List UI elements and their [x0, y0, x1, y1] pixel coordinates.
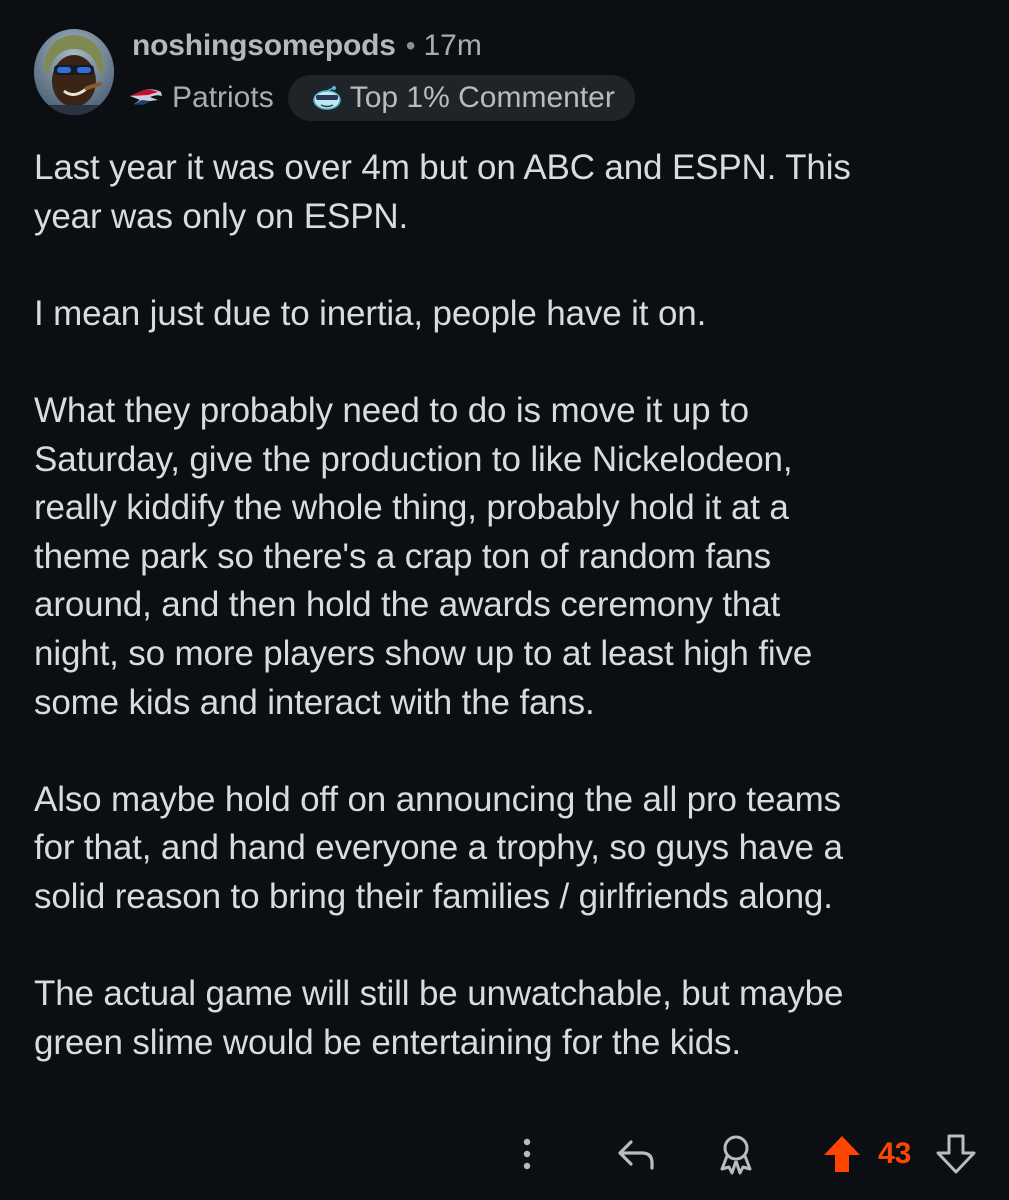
- comment-paragraph: Also maybe hold off on announcing the al…: [34, 779, 843, 916]
- team-flair-label: Patriots: [172, 81, 274, 114]
- user-flair-row: Patriots Top 1% Commenter: [128, 74, 635, 122]
- username-link[interactable]: noshingsomepods: [132, 29, 396, 63]
- team-flair: Patriots: [128, 81, 274, 115]
- comment-paragraph: The actual game will still be unwatchabl…: [34, 974, 844, 1062]
- comment: noshingsomepods • 17m Patriots Top 1% Co…: [0, 0, 1009, 1200]
- more-options-button[interactable]: [512, 1130, 542, 1178]
- downvote-button[interactable]: [932, 1130, 980, 1178]
- upvote-button[interactable]: [818, 1130, 866, 1178]
- comment-paragraph: I mean just due to inertia, people have …: [34, 293, 707, 333]
- reply-button[interactable]: [612, 1130, 660, 1178]
- comment-action-bar: 43: [0, 1130, 1009, 1178]
- patriots-logo-icon: [130, 89, 162, 105]
- upvote-icon: [824, 1136, 860, 1172]
- award-button[interactable]: [712, 1130, 760, 1178]
- downvote-icon: [936, 1134, 976, 1174]
- reply-icon: [618, 1140, 654, 1170]
- comment-paragraph: What they probably need to do is move it…: [34, 390, 813, 722]
- comment-body: Last year it was over 4m but on ABC and …: [34, 144, 1006, 1116]
- separator-dot: •: [405, 30, 416, 61]
- sunglasses-snoo-icon: [312, 86, 341, 110]
- vote-count: 43: [878, 1137, 912, 1170]
- comment-header: noshingsomepods • 17m: [132, 28, 482, 64]
- user-avatar-image: [34, 29, 114, 115]
- award-icon: [720, 1135, 752, 1175]
- comment-paragraph: Last year it was over 4m but on ABC and …: [34, 148, 851, 236]
- top-commenter-badge[interactable]: Top 1% Commenter: [287, 75, 635, 121]
- more-vertical-icon: [523, 1138, 531, 1170]
- avatar[interactable]: [34, 29, 114, 115]
- badge-label: Top 1% Commenter: [349, 81, 615, 114]
- timestamp: 17m: [423, 29, 482, 62]
